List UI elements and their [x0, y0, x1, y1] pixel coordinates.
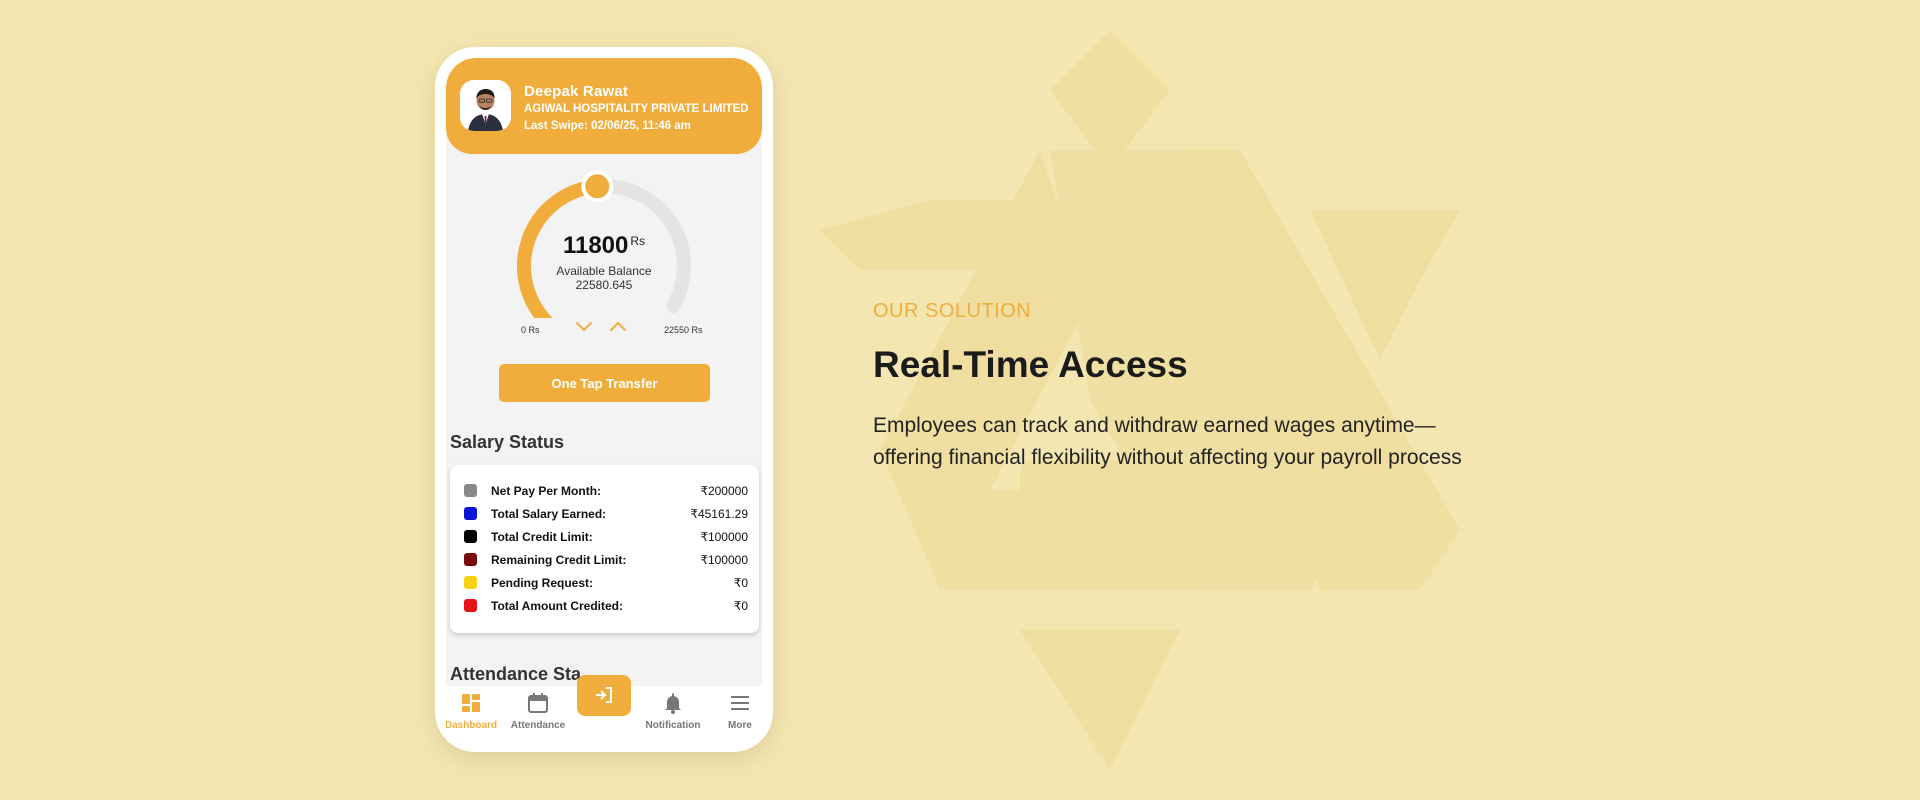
legend-swatch [464, 553, 477, 566]
salary-row-label: Remaining Credit Limit: [491, 553, 627, 567]
nav-notification-label: Notification [645, 720, 701, 731]
salary-row: Total Salary Earned: ₹45161.29 [464, 505, 748, 523]
salary-status-title: Salary Status [450, 432, 565, 452]
swipe-in-button[interactable] [577, 675, 631, 716]
dashboard-icon [462, 694, 480, 712]
balance-amount: 11800 Rs [446, 232, 762, 260]
bell-icon [665, 693, 681, 714]
available-balance-label: Available Balance [556, 264, 652, 278]
calendar-icon [528, 693, 548, 713]
salary-status-card: Net Pay Per Month: ₹200000 Total Salary … [450, 465, 759, 633]
menu-icon [731, 696, 749, 710]
nav-dashboard[interactable]: Dashboard [446, 686, 506, 741]
gauge-slider-handle[interactable] [581, 170, 614, 203]
salary-row: Pending Request: ₹0 [464, 574, 748, 592]
salary-row: Total Amount Credited: ₹0 [464, 597, 748, 615]
nav-dashboard-label: Dashboard [446, 720, 498, 731]
profile-header: Deepak Rawat AGIWAL HOSPITALITY PRIVATE … [446, 58, 762, 154]
section-headline: Real-Time Access [873, 344, 1188, 385]
app-screen: Deepak Rawat AGIWAL HOSPITALITY PRIVATE … [446, 58, 762, 741]
chevron-up-icon[interactable] [609, 320, 627, 334]
legend-swatch [464, 599, 477, 612]
salary-row-value: ₹0 [733, 576, 748, 590]
salary-row-value: ₹200000 [700, 484, 748, 498]
salary-row-label: Total Salary Earned: [491, 507, 607, 521]
person-avatar-icon [460, 80, 511, 131]
gauge-max-label: 22550 Rs [664, 325, 703, 335]
salary-row-value: ₹100000 [700, 553, 748, 567]
balance-unit: Rs [630, 234, 646, 248]
nav-more[interactable]: More [705, 686, 762, 741]
section-eyebrow: OUR SOLUTION [873, 300, 1032, 322]
phone-mockup: Deepak Rawat AGIWAL HOSPITALITY PRIVATE … [435, 47, 773, 752]
salary-row: Net Pay Per Month: ₹200000 [464, 482, 748, 500]
balance-secondary-value: 22580.645 [575, 278, 633, 292]
section-description: Employees can track and withdraw earned … [873, 414, 1462, 469]
salary-row-label: Pending Request: [491, 576, 594, 590]
background-logo-watermark [820, 30, 1460, 770]
avatar[interactable] [460, 80, 511, 131]
salary-row-value: ₹0 [733, 599, 748, 613]
legend-swatch [464, 530, 477, 543]
user-name: Deepak Rawat [524, 83, 629, 100]
last-swipe-text: Last Swipe: 02/06/25, 11:46 am [524, 120, 691, 132]
salary-row: Remaining Credit Limit: ₹100000 [464, 551, 748, 569]
company-name: AGIWAL HOSPITALITY PRIVATE LIMITED [524, 103, 749, 115]
chevron-down-icon[interactable] [575, 320, 593, 334]
salary-row-label: Total Amount Credited: [491, 599, 623, 613]
nav-attendance-label: Attendance [510, 720, 566, 731]
nav-notification[interactable]: Notification [638, 686, 708, 741]
one-tap-transfer-button[interactable]: One Tap Transfer [499, 364, 710, 402]
salary-row-value: ₹45161.29 [690, 507, 748, 521]
salary-row-value: ₹100000 [700, 530, 748, 544]
attendance-status-title: Attendance Sta [450, 664, 582, 684]
legend-swatch [464, 507, 477, 520]
salary-row: Total Credit Limit: ₹100000 [464, 528, 748, 546]
gauge-min-label: 0 Rs [521, 325, 540, 335]
legend-swatch [464, 484, 477, 497]
balance-number: 11800 [562, 232, 629, 259]
legend-swatch [464, 576, 477, 589]
salary-row-label: Total Credit Limit: [491, 530, 593, 544]
nav-attendance[interactable]: Attendance [503, 686, 573, 741]
nav-more-label: More [728, 720, 752, 731]
salary-row-label: Net Pay Per Month: [491, 484, 602, 498]
login-arrow-icon [596, 687, 612, 703]
